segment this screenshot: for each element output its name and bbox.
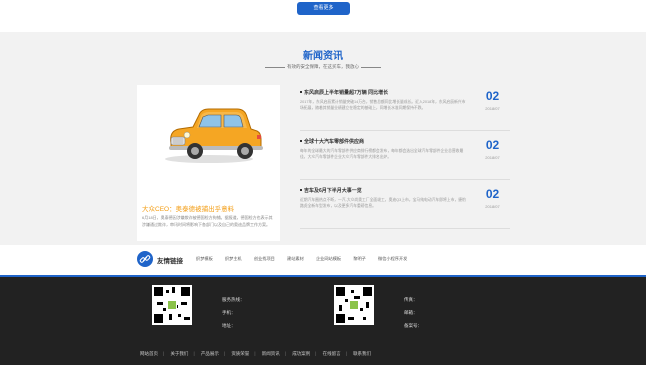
- footer-nav-cases[interactable]: 成功案例: [292, 351, 310, 356]
- news-subtitle-wrap: 有效的安全保障，在这买车，我放心: [265, 63, 381, 71]
- subtitle-line-left: [265, 67, 285, 68]
- address-label: 地址：: [222, 323, 236, 328]
- footer: 服务热线： 手机： 地址： 传真： 邮箱： 备案号： 网站首页 | 关于我们 | 产…: [0, 275, 646, 365]
- divider: [300, 228, 510, 229]
- bullet-icon: [300, 189, 302, 191]
- mobile-label: 手机：: [222, 310, 236, 315]
- footer-accent-line: [0, 275, 646, 277]
- friend-link[interactable]: 建站素材: [287, 256, 304, 261]
- car-image: [137, 85, 280, 167]
- subtitle-line-right: [361, 67, 381, 68]
- footer-nav-home[interactable]: 网站首页: [140, 351, 158, 356]
- footer-nav-products[interactable]: 产品展示: [201, 351, 219, 356]
- top-strip: 查看更多: [0, 0, 646, 32]
- news-item-title[interactable]: 东风启辰上半年销量超7万辆 同比增长: [304, 89, 388, 96]
- friend-link[interactable]: 织梦主机: [225, 256, 242, 261]
- news-item-date: 2018/07: [485, 106, 500, 111]
- contact-info-left: 服务热线： 手机： 地址：: [222, 293, 245, 332]
- news-item-date: 2018/07: [485, 155, 500, 160]
- icp-label: 备案号：: [404, 323, 422, 328]
- news-section-title: 新闻资讯: [303, 51, 343, 62]
- link-icon: [137, 251, 153, 267]
- friend-link[interactable]: 微信小程序开发: [378, 256, 407, 261]
- news-item-desc: 2017年，东风启辰累计销量突破14万台，销售总额同比增长量成长。近入2018年…: [300, 100, 466, 110]
- view-more-button[interactable]: 查看更多: [297, 2, 350, 15]
- friend-link[interactable]: 黎明子: [353, 256, 366, 261]
- friend-links-list: 织梦模板 织梦主机 创业找项目 建站素材 企业网站模板 黎明子 微信小程序开发: [196, 256, 418, 262]
- footer-nav-contact[interactable]: 联系我们: [353, 351, 371, 356]
- news-section-subtitle: 有效的安全保障，在这买车，我放心: [287, 64, 359, 69]
- feature-news-title[interactable]: 大众CEO：奥泰德被捕出乎意料: [142, 203, 234, 213]
- friend-link[interactable]: 企业网站模板: [316, 256, 341, 261]
- friend-link[interactable]: 织梦模板: [196, 256, 213, 261]
- news-item-desc: 每年的全球最大的汽车零部件供应商排行榜都会发布，每年都会选出全球汽车零部件企业总…: [300, 149, 464, 159]
- feature-news-text: 6月18日，奥泰德因涉嫌欺诈被德国检方拘捕。据报道，德国检方也表示其涉嫌通过欺诈…: [142, 215, 273, 227]
- footer-nav-news[interactable]: 新闻资讯: [262, 351, 280, 356]
- qr-code-icon: [152, 285, 192, 325]
- news-item-desc: 近期汽车圈热点不断，一汽-大众尚奥工厂全面竣工，奥迪Q3上市，宝马纯电动汽车即将…: [300, 198, 466, 208]
- hotline-label: 服务热线：: [222, 297, 245, 302]
- bullet-icon: [300, 140, 302, 142]
- divider: [300, 179, 510, 180]
- news-item-title[interactable]: 吉车及6月下半月大事一览: [304, 187, 362, 194]
- news-list: 东风启辰上半年销量超7万辆 同比增长 2017年，东风启辰累计销量突破14万台，…: [300, 85, 510, 241]
- qr-logo: [349, 300, 359, 310]
- news-item-date: 2018/07: [485, 204, 500, 209]
- qr-code-icon: [334, 285, 374, 325]
- fax-label: 传真：: [404, 297, 418, 302]
- news-item-day: 02: [485, 138, 500, 152]
- news-section: 新闻资讯 有效的安全保障，在这买车，我放心 大众CEO：奥泰德被捕出乎意料 6月…: [0, 32, 646, 266]
- taxi-car-illustration: [165, 108, 263, 163]
- news-item-title[interactable]: 全球十大汽车零部件供应商: [304, 138, 364, 145]
- bullet-icon: [300, 91, 302, 93]
- divider: [300, 130, 510, 131]
- news-item-day: 02: [485, 187, 500, 201]
- qr-logo: [167, 300, 177, 310]
- news-list-item[interactable]: 全球十大汽车零部件供应商 每年的全球最大的汽车零部件供应商排行榜都会发布，每年都…: [300, 134, 510, 180]
- contact-info-right: 传真： 邮箱： 备案号：: [404, 293, 422, 332]
- friend-links-label: 友情链接: [157, 258, 183, 265]
- news-list-item[interactable]: 东风启辰上半年销量超7万辆 同比增长 2017年，东风启辰累计销量突破14万台，…: [300, 85, 510, 131]
- footer-nav: 网站首页 | 关于我们 | 产品展示 | 资质荣誉 | 新闻资讯 | 成功案例 | 在线留言…: [140, 351, 372, 356]
- footer-nav-about[interactable]: 关于我们: [170, 351, 188, 356]
- feature-news-card[interactable]: 大众CEO：奥泰德被捕出乎意料 6月18日，奥泰德因涉嫌欺诈被德国检方拘捕。据报…: [137, 85, 280, 266]
- news-item-day: 02: [485, 89, 500, 103]
- footer-nav-message[interactable]: 在线留言: [323, 351, 341, 356]
- friend-link[interactable]: 创业找项目: [254, 256, 275, 261]
- email-label: 邮箱：: [404, 310, 418, 315]
- footer-nav-honors[interactable]: 资质荣誉: [231, 351, 249, 356]
- friend-links-bar: 友情链接 织梦模板 织梦主机 创业找项目 建站素材 企业网站模板 黎明子 微信小…: [0, 245, 646, 275]
- news-list-item[interactable]: 吉车及6月下半月大事一览 近期汽车圈热点不断，一汽-大众尚奥工厂全面竣工，奥迪Q…: [300, 183, 510, 229]
